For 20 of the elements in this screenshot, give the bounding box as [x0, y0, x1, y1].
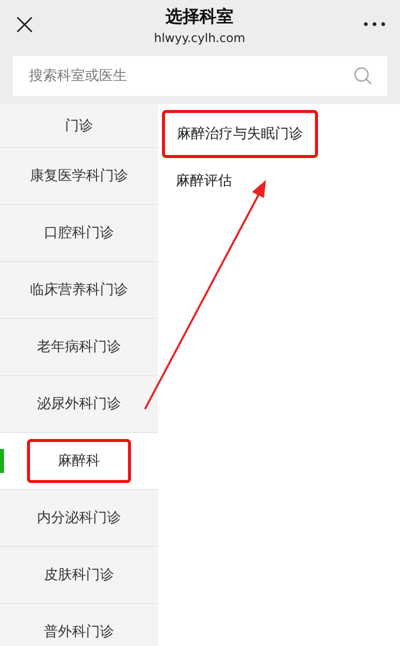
department-label: 泌尿外科门诊: [37, 395, 121, 413]
department-label: 普外科门诊: [44, 623, 114, 641]
clinic-item[interactable]: 麻醉评估: [176, 158, 232, 204]
department-item[interactable]: 麻醉科: [0, 433, 158, 490]
highlighted-department-label: 麻醉科: [27, 439, 131, 483]
search-field[interactable]: 搜索科室或医生: [27, 67, 353, 85]
page-url: hlwyy.cylh.com: [154, 31, 246, 45]
page-title: 选择科室: [166, 6, 234, 28]
department-label: 老年病科门诊: [37, 338, 121, 356]
search-icon: [353, 66, 373, 86]
search-bar[interactable]: 搜索科室或医生: [13, 56, 387, 96]
close-button[interactable]: ×: [12, 10, 38, 40]
more-button[interactable]: •••: [362, 18, 388, 32]
department-label: 门诊: [65, 116, 93, 134]
department-label: 临床营养科门诊: [30, 281, 128, 299]
department-label: 皮肤科门诊: [44, 566, 114, 584]
clinic-item[interactable]: 麻醉治疗与失眠门诊: [162, 110, 318, 158]
department-label: 内分泌科门诊: [37, 509, 121, 527]
department-label: 康复医学科门诊: [30, 167, 128, 185]
department-label: 口腔科门诊: [44, 224, 114, 242]
